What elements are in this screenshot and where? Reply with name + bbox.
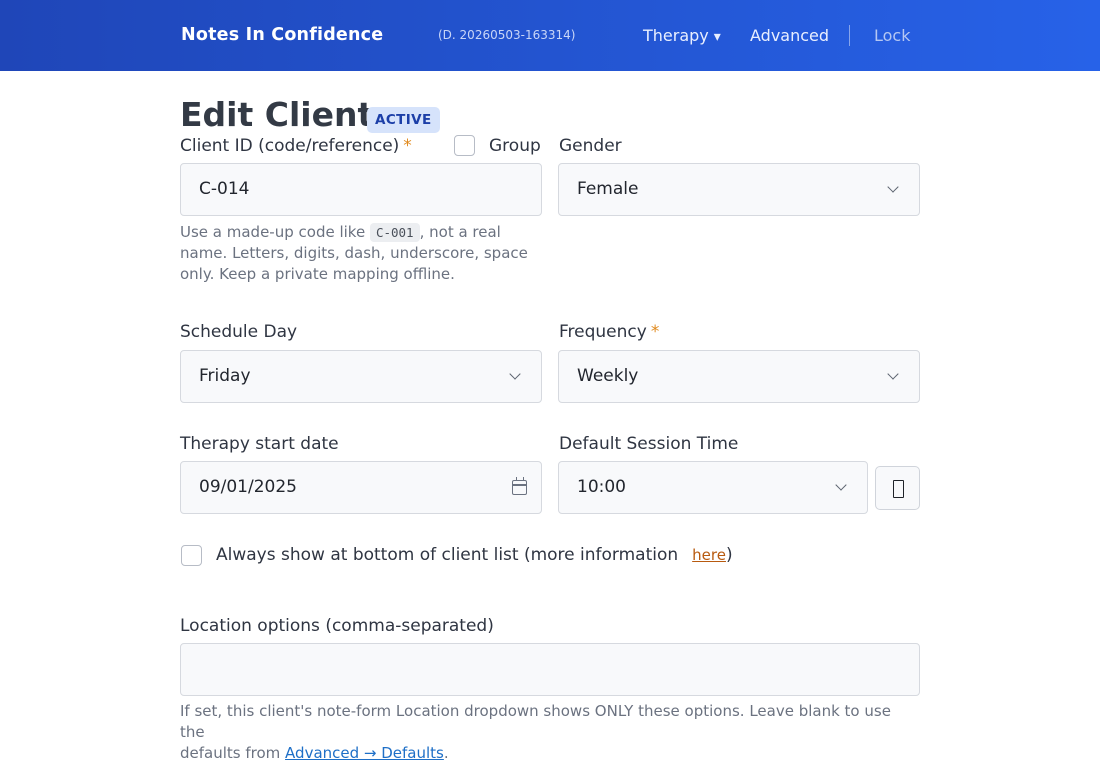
session-time-select[interactable]: 10:00 bbox=[558, 461, 868, 514]
phone-icon bbox=[893, 480, 904, 498]
client-id-label-text: Client ID (code/reference) bbox=[180, 136, 400, 156]
location-input[interactable] bbox=[180, 643, 920, 696]
advanced-defaults-link[interactable]: Advanced → Defaults bbox=[285, 744, 444, 762]
nav-lock-link[interactable]: Lock bbox=[874, 26, 910, 45]
chevron-down-icon bbox=[887, 368, 899, 380]
chevron-down-icon bbox=[887, 181, 899, 193]
client-id-help-before: Use a made-up code like bbox=[180, 223, 370, 241]
schedule-day-label: Schedule Day bbox=[180, 322, 298, 342]
page-title: Edit Client bbox=[180, 95, 374, 134]
nav-advanced-link[interactable]: Advanced bbox=[750, 26, 829, 45]
client-id-help-after: , not a real bbox=[419, 223, 501, 241]
gender-value: Female bbox=[577, 179, 639, 199]
frequency-label: Frequency * bbox=[559, 322, 659, 342]
session-time-value: 10:00 bbox=[577, 477, 626, 497]
frequency-value: Weekly bbox=[577, 366, 639, 386]
required-mark: * bbox=[650, 322, 660, 342]
gender-select[interactable]: Female bbox=[558, 163, 920, 216]
group-label: Group bbox=[489, 136, 541, 156]
nav-therapy-label: Therapy bbox=[643, 26, 709, 45]
client-id-input[interactable]: C-014 bbox=[180, 163, 542, 216]
location-help: If set, this client's note-form Location… bbox=[180, 701, 920, 764]
client-id-value: C-014 bbox=[199, 179, 250, 199]
chevron-down-icon bbox=[835, 479, 847, 491]
always-bottom-checkbox[interactable] bbox=[181, 545, 202, 566]
schedule-day-select[interactable]: Friday bbox=[180, 350, 542, 403]
schedule-day-value: Friday bbox=[199, 366, 251, 386]
more-info-link[interactable]: here bbox=[692, 546, 726, 564]
status-badge: ACTIVE bbox=[367, 107, 440, 133]
group-checkbox[interactable] bbox=[454, 135, 475, 156]
client-id-help-line2: name. Letters, digits, dash, underscore,… bbox=[180, 244, 528, 262]
nav-therapy-menu[interactable]: Therapy ▾ bbox=[643, 26, 721, 45]
top-navbar: Notes In Confidence (D. 20260503-163314)… bbox=[0, 0, 1100, 71]
frequency-select[interactable]: Weekly bbox=[558, 350, 920, 403]
brand-title[interactable]: Notes In Confidence bbox=[181, 25, 383, 45]
always-bottom-close: ) bbox=[725, 545, 733, 565]
location-help-line1: If set, this client's note-form Location… bbox=[180, 702, 891, 741]
always-bottom-label: Always show at bottom of client list (mo… bbox=[216, 545, 733, 565]
phone-button[interactable] bbox=[875, 466, 920, 510]
start-date-input[interactable]: 09/01/2025 bbox=[180, 461, 542, 514]
code-example: C-001 bbox=[369, 223, 420, 242]
chevron-down-icon bbox=[509, 368, 521, 380]
gender-label: Gender bbox=[559, 136, 622, 156]
location-label: Location options (comma-separated) bbox=[180, 616, 494, 636]
calendar-icon[interactable] bbox=[512, 477, 527, 495]
nav-divider bbox=[849, 25, 850, 46]
session-time-label: Default Session Time bbox=[559, 434, 739, 454]
frequency-label-text: Frequency bbox=[559, 322, 647, 342]
required-mark: * bbox=[403, 136, 412, 156]
always-bottom-text: Always show at bottom of client list (mo… bbox=[216, 545, 679, 565]
client-id-help: Use a made-up code like C-001, not a rea… bbox=[180, 222, 540, 285]
location-help-before: defaults from bbox=[180, 744, 286, 762]
client-id-label: Client ID (code/reference) * bbox=[180, 136, 412, 156]
version-text: (D. 20260503-163314) bbox=[438, 28, 576, 42]
start-date-value: 09/01/2025 bbox=[199, 477, 297, 497]
location-help-after: . bbox=[443, 744, 449, 762]
caret-down-icon: ▾ bbox=[713, 29, 721, 45]
start-date-label: Therapy start date bbox=[180, 434, 339, 454]
client-id-help-line3: only. Keep a private mapping offline. bbox=[180, 265, 455, 283]
